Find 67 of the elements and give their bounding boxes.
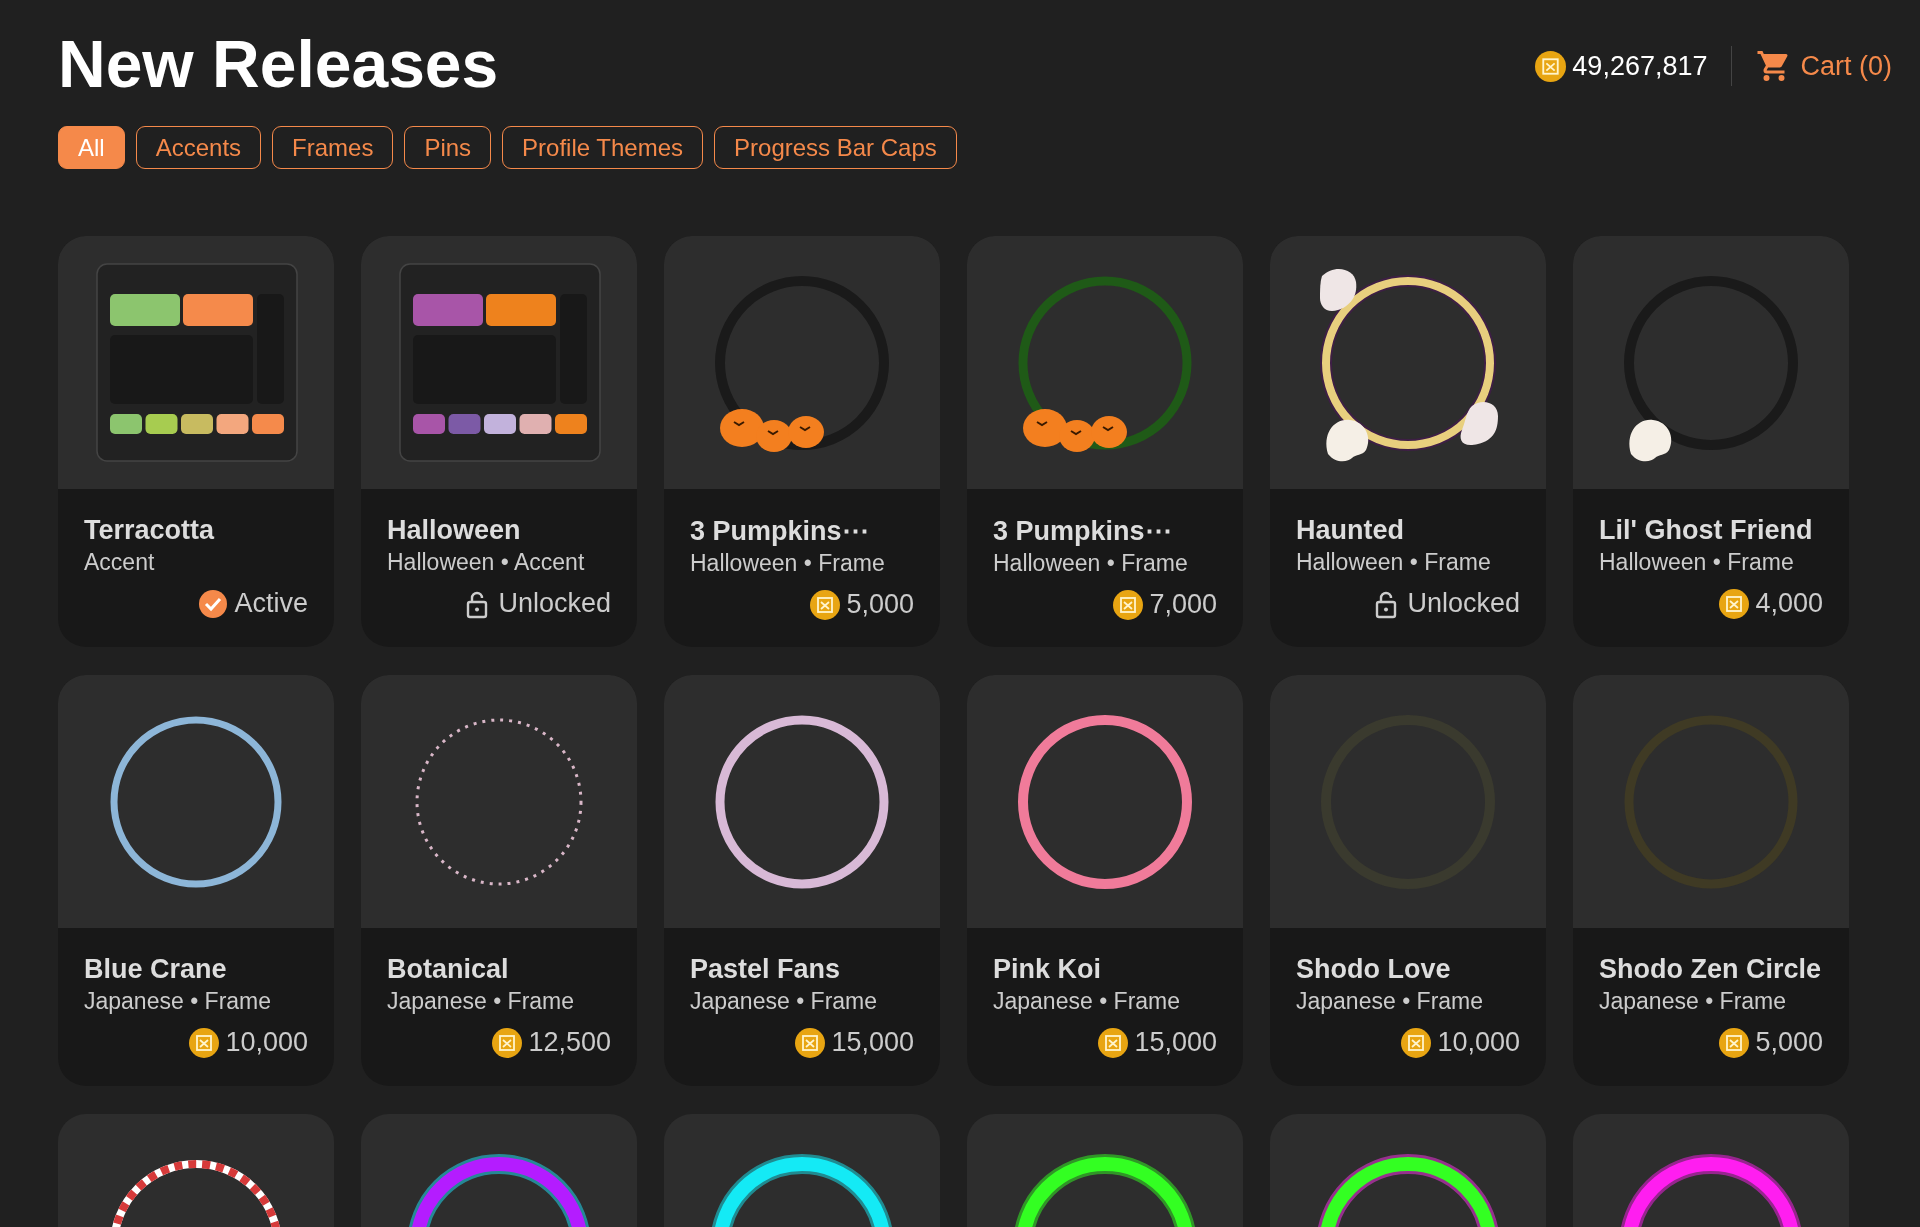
item-status: 15,000 [1134,1027,1217,1058]
item-category: Japanese • Frame [1599,988,1788,1015]
coin-icon [1535,50,1567,82]
item-status: 4,000 [1755,588,1823,619]
item-card[interactable]: Shodo Love Japanese • Frame 10,000 [1270,675,1546,1086]
item-category: Halloween • Frame [690,550,886,577]
item-category: Halloween • Frame [993,550,1189,577]
item-name: Shodo Love [1296,954,1452,985]
item-status: 7,000 [1149,589,1217,620]
filter-tab[interactable]: Pins [404,126,492,169]
item-status: 10,000 [225,1027,308,1058]
item-name: Pink Koi [993,954,1102,985]
item-category: Japanese • Frame [84,988,273,1015]
item-card[interactable]: Pastel Fans Japanese • Frame 15,000 [664,675,940,1086]
item-category: Accent [84,549,156,576]
coin-icon [1719,588,1750,619]
item-name: Terracotta [84,515,216,546]
item-status: 5,000 [1755,1027,1823,1058]
coin-balance: 49,267,817 [1572,50,1708,82]
item-name: Halloween [387,515,522,546]
item-status: 15,000 [831,1027,914,1058]
coin-icon [795,1027,826,1058]
filter-tab[interactable]: Accents [135,126,262,169]
item-status: Unlocked [1407,588,1520,619]
item-category: Japanese • Frame [690,988,879,1015]
item-card[interactable]: Shodo Zen Circle Japanese • Frame 5,000 [1573,675,1849,1086]
item-status: Active [234,588,308,619]
item-card[interactable]: Pink Koi Japanese • Frame 15,000 [967,675,1243,1086]
item-name: Haunted [1296,515,1405,546]
item-name: Blue Crane [84,954,228,985]
coin-icon [1719,1027,1750,1058]
item-category: Halloween • Frame [1599,549,1795,576]
item-category: Halloween • Accent [387,549,586,576]
item-card[interactable]: Haunted Halloween • Frame Unlocked [1270,236,1546,647]
coin-icon [1113,589,1144,620]
item-category: Halloween • Frame [1296,549,1492,576]
filter-tab[interactable]: Progress Bar Caps [714,126,957,169]
check-circle-icon [198,588,229,619]
item-card[interactable]: 3 Pumpkins⋯ Halloween • Frame 7,000 [967,236,1243,647]
coin-icon [1098,1027,1129,1058]
item-card[interactable]: Botanical Japanese • Frame 12,500 [361,675,637,1086]
item-name: 3 Pumpkins⋯ [690,515,870,547]
item-name: Lil' Ghost Friend [1599,515,1814,546]
page-title: New Releases [58,28,500,100]
cart-link[interactable]: Cart (0) [1756,48,1892,84]
item-card[interactable]: Blue Crane Japanese • Frame 10,000 [58,675,334,1086]
coin-icon [810,589,841,620]
coin-icon [492,1027,523,1058]
coin-icon [1401,1027,1432,1058]
item-status: 12,500 [528,1027,611,1058]
item-status: 10,000 [1437,1027,1520,1058]
item-card[interactable]: Terracotta Accent Active [58,236,334,647]
item-category: Japanese • Frame [1296,988,1485,1015]
item-category: Japanese • Frame [387,988,576,1015]
item-category: Japanese • Frame [993,988,1182,1015]
item-name: Botanical [387,954,510,985]
coin-icon [189,1027,220,1058]
item-card[interactable]: 3 Pumpkins⋯ Halloween • Frame 5,000 [664,236,940,647]
item-name: Shodo Zen Circle [1599,954,1823,985]
item-status: 5,000 [846,589,914,620]
item-card[interactable]: Halloween Halloween • Accent Unlocked [361,236,637,647]
filter-tab[interactable]: Profile Themes [502,126,704,169]
item-name: 3 Pumpkins⋯ [993,515,1173,547]
filter-tab[interactable]: Frames [272,126,394,169]
item-status: Unlocked [498,588,611,619]
item-card[interactable]: Lil' Ghost Friend Halloween • Frame 4,000 [1573,236,1849,647]
item-name: Pastel Fans [690,954,842,985]
